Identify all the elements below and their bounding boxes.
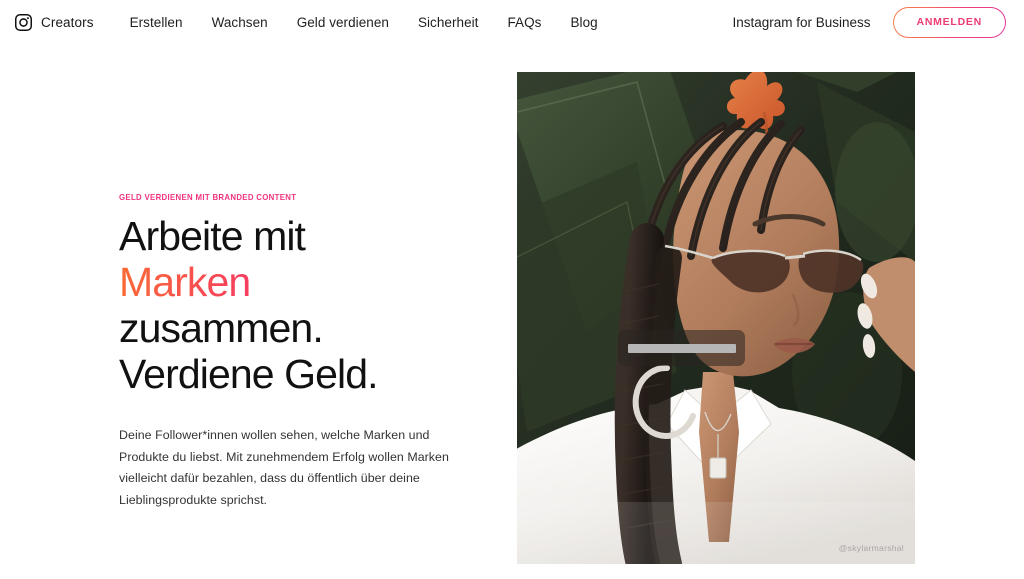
headline-line-1: Arbeite mit [119,213,306,259]
headline-line-3: zusammen. [119,305,324,351]
hero-photo: @skylarmarshal [517,72,915,564]
signup-button[interactable]: ANMELDEN [893,7,1007,38]
media-overlay-bar [627,343,736,353]
brand-logo-link[interactable]: Creators [14,13,94,32]
nav-item-erstellen[interactable]: Erstellen [130,9,183,36]
hero-eyebrow: GELD VERDIENEN MIT BRANDED CONTENT [119,192,297,202]
hero-copy: GELD VERDIENEN MIT BRANDED CONTENT Arbei… [119,192,469,511]
site-header: Creators Erstellen Wachsen Geld verdiene… [0,0,1024,44]
brand-name-label: Creators [41,14,94,30]
signup-button-label: ANMELDEN [916,16,982,28]
nav-item-faqs[interactable]: FAQs [508,9,542,36]
hero-body-text: Deine Follower*innen wollen sehen, welch… [119,428,449,507]
nav-item-blog[interactable]: Blog [570,9,597,36]
header-actions: Instagram for Business ANMELDEN [732,0,1006,44]
hero-headline: Arbeite mit Marken zusammen. Verdiene Ge… [119,213,469,397]
nav-item-geld-verdienen[interactable]: Geld verdienen [297,9,389,36]
instagram-for-business-link[interactable]: Instagram for Business [732,15,870,30]
main-navigation: Erstellen Wachsen Geld verdienen Sicherh… [130,9,598,36]
nav-item-sicherheit[interactable]: Sicherheit [418,9,479,36]
headline-accent-word: Marken [119,259,469,305]
nav-item-wachsen[interactable]: Wachsen [212,9,268,36]
instagram-camera-icon [14,13,33,32]
media-overlay-card [618,330,745,366]
hero-photo-image [517,72,915,564]
headline-line-4: Verdiene Geld. [119,351,379,397]
page-root: Creators Erstellen Wachsen Geld verdiene… [0,0,1024,579]
hero-section: GELD VERDIENEN MIT BRANDED CONTENT Arbei… [0,44,1024,579]
